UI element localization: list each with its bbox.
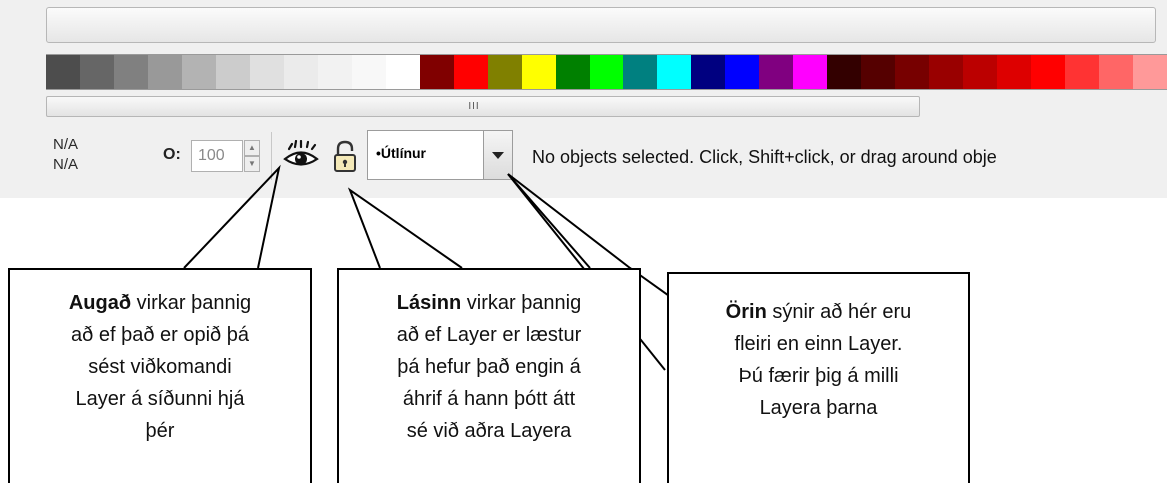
color-swatch[interactable]: [419, 55, 454, 89]
cursor-x-readout: N/A: [53, 136, 79, 153]
color-swatch[interactable]: [317, 55, 352, 89]
layer-dropdown[interactable]: •Útlínur: [367, 130, 484, 180]
status-message: No objects selected. Click, Shift+click,…: [532, 147, 997, 167]
color-swatch[interactable]: [555, 55, 590, 89]
color-swatch[interactable]: [691, 55, 726, 89]
eye-callout: Augað virkar þannig að ef það er opið þá…: [8, 268, 312, 483]
status-bar: N/A N/A O: 100 ▲ ▼ •Útlínur No objects s…: [0, 118, 1167, 196]
top-scrollbar[interactable]: [46, 7, 1156, 43]
arrow-callout-line: Layera þarna: [759, 397, 878, 419]
color-swatch[interactable]: [147, 55, 182, 89]
opacity-spinner[interactable]: ▲ ▼: [244, 140, 260, 172]
color-swatch[interactable]: [46, 55, 80, 89]
color-swatch[interactable]: [1031, 55, 1066, 89]
color-swatch[interactable]: [929, 55, 964, 89]
cursor-y-readout: N/A: [53, 156, 79, 173]
color-swatch[interactable]: [453, 55, 488, 89]
color-palette: [46, 54, 1167, 90]
padlock-icon: [334, 140, 356, 172]
eye-callout-line: sést viðkomandi: [88, 356, 232, 378]
color-swatch[interactable]: [725, 55, 760, 89]
color-swatch[interactable]: [895, 55, 930, 89]
eye-callout-line: Layer á síðunni hjá: [75, 388, 245, 410]
color-swatch[interactable]: [827, 55, 862, 89]
color-swatch[interactable]: [283, 55, 318, 89]
opacity-label: O:: [163, 146, 181, 163]
arrow-callout-line: sýnir að hér eru: [766, 301, 912, 323]
toolbar-area: III N/A N/A O: 100 ▲ ▼ •Útlínur No objec…: [0, 0, 1167, 198]
eye-icon: [283, 139, 319, 166]
color-swatch[interactable]: [861, 55, 896, 89]
separator: [271, 132, 272, 180]
color-swatch[interactable]: [487, 55, 522, 89]
color-swatch[interactable]: [1065, 55, 1100, 89]
opacity-input[interactable]: 100: [191, 140, 243, 172]
arrow-callout-line: Þú færir þig á milli: [738, 365, 899, 387]
lock-callout-line: sé við aðra Layera: [406, 420, 572, 442]
color-swatch[interactable]: [249, 55, 284, 89]
layer-lock-toggle[interactable]: [331, 140, 359, 174]
color-swatch[interactable]: [215, 55, 250, 89]
eye-callout-line: virkar þannig: [131, 292, 252, 314]
color-swatch[interactable]: [589, 55, 624, 89]
lock-leader-line: [347, 187, 463, 269]
color-swatch[interactable]: [997, 55, 1032, 89]
horizontal-scrollbar[interactable]: III: [46, 96, 920, 117]
chevron-down-icon: [492, 151, 504, 159]
lock-callout-line: að ef Layer er læstur: [396, 324, 582, 346]
scrollbar-grip-icon[interactable]: III: [466, 100, 482, 113]
spin-up-icon[interactable]: ▲: [244, 140, 260, 156]
color-swatch[interactable]: [113, 55, 148, 89]
color-swatch[interactable]: [963, 55, 998, 89]
eye-callout-title: Augað: [68, 292, 132, 314]
eye-callout-line: að ef það er opið þá: [71, 324, 249, 346]
color-swatch[interactable]: [521, 55, 556, 89]
color-swatch[interactable]: [1133, 55, 1167, 89]
color-swatch[interactable]: [1099, 55, 1133, 89]
lock-callout: Lásinn virkar þannig að ef Layer er læst…: [337, 268, 641, 483]
arrow-callout-title: Örin: [725, 301, 767, 323]
spin-down-icon[interactable]: ▼: [244, 156, 260, 172]
layer-visibility-toggle[interactable]: [281, 139, 321, 172]
color-swatch[interactable]: [759, 55, 794, 89]
lock-callout-line: virkar þannig: [461, 292, 582, 314]
color-swatch[interactable]: [623, 55, 658, 89]
color-swatch[interactable]: [181, 55, 216, 89]
eye-callout-line: þér: [145, 420, 175, 442]
color-swatch[interactable]: [79, 55, 114, 89]
lock-callout-line: þá hefur það engin á: [397, 356, 581, 378]
color-swatch[interactable]: [793, 55, 828, 89]
lock-callout-line: áhrif á hann þótt átt: [402, 388, 576, 410]
lock-callout-title: Lásinn: [396, 292, 462, 314]
arrow-callout-line: fleiri en einn Layer.: [734, 333, 903, 355]
color-swatch[interactable]: [385, 55, 420, 89]
color-swatch[interactable]: [657, 55, 692, 89]
layer-dropdown-button[interactable]: [484, 130, 513, 180]
arrow-callout: Örin sýnir að hér eru fleiri en einn Lay…: [667, 272, 970, 483]
color-swatch[interactable]: [351, 55, 386, 89]
